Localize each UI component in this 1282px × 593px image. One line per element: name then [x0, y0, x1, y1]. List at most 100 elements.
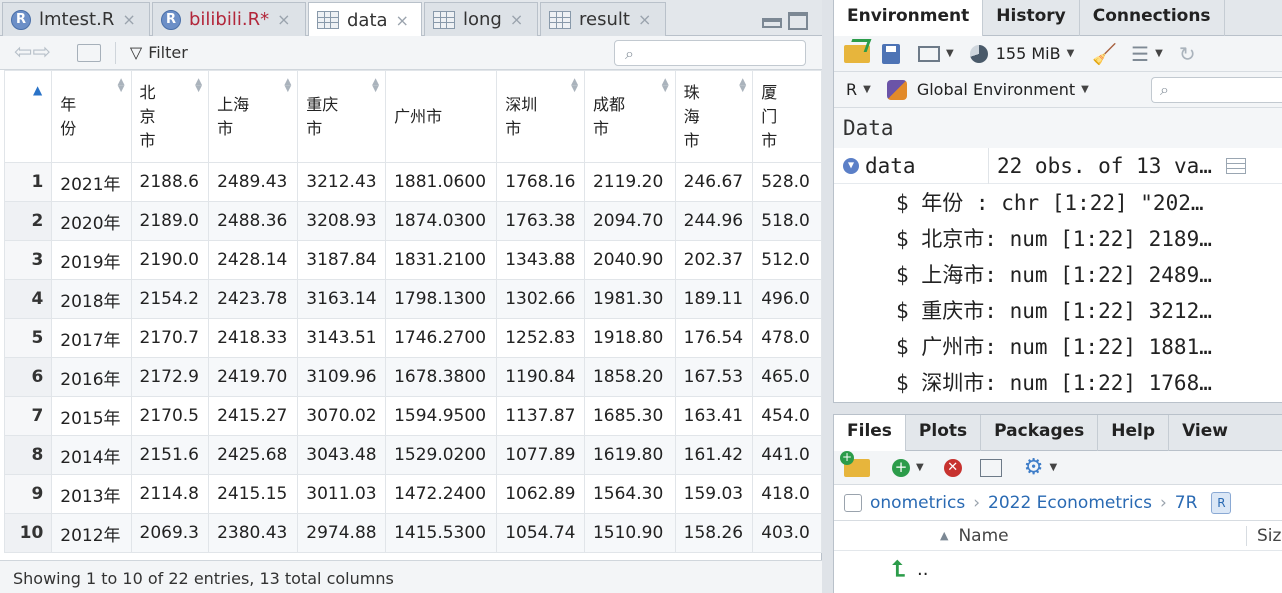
- table-row[interactable]: 6 2016年 2172.9 2419.70 3109.96 1678.3800 1190.…: [4, 357, 822, 397]
- viewer-search-input[interactable]: ⌕: [614, 40, 806, 66]
- table-cell[interactable]: 1831.2100: [385, 240, 498, 280]
- table-cell[interactable]: 3212.43: [297, 162, 387, 202]
- table-cell[interactable]: 2418.33: [208, 318, 299, 358]
- table-cell[interactable]: 1685.30: [583, 396, 676, 436]
- table-cell[interactable]: 2189.0: [130, 201, 210, 241]
- table-cell[interactable]: 3163.14: [297, 279, 387, 319]
- table-cell[interactable]: 512.0: [752, 240, 822, 280]
- collapse-icon[interactable]: ▼: [843, 157, 859, 174]
- tab-long[interactable]: long ×: [424, 2, 538, 36]
- table-cell[interactable]: 1415.5300: [385, 513, 498, 553]
- rename-icon[interactable]: [979, 458, 1002, 477]
- table-row[interactable]: 9 2013年 2114.8 2415.15 3011.03 1472.2400 1062.…: [4, 474, 822, 514]
- table-cell[interactable]: 2172.9: [130, 357, 210, 397]
- table-row[interactable]: 5 2017年 2170.7 2418.33 3143.51 1746.2700 1252.…: [4, 318, 822, 358]
- language-select[interactable]: R: [846, 80, 857, 99]
- tab-viewer[interactable]: View: [1169, 415, 1241, 451]
- table-row[interactable]: 1 2021年 2188.6 2489.43 3212.43 1881.0600 1768.…: [4, 162, 822, 202]
- table-cell[interactable]: 1564.30: [583, 474, 676, 514]
- table-cell[interactable]: 1981.30: [583, 279, 676, 319]
- table-cell[interactable]: 163.41: [674, 396, 754, 436]
- table-cell[interactable]: 1918.80: [583, 318, 676, 358]
- tab-connections[interactable]: Connections: [1080, 0, 1225, 36]
- tab-plots[interactable]: Plots: [906, 415, 982, 451]
- table-row[interactable]: 10 2012年 2069.3 2380.43 2974.88 1415.5300 1054…: [4, 513, 822, 553]
- column-header[interactable]: 重庆市 ▲ ▼: [297, 70, 387, 163]
- table-cell[interactable]: 1594.9500: [385, 396, 498, 436]
- table-row[interactable]: 4 2018年 2154.2 2423.78 3163.14 1798.1300 1302.…: [4, 279, 822, 319]
- table-cell[interactable]: 2016年: [51, 357, 132, 397]
- size-column-header[interactable]: Siz: [1246, 525, 1281, 546]
- scope-select[interactable]: Global Environment: [917, 80, 1075, 99]
- table-cell[interactable]: 2151.6: [130, 435, 210, 475]
- chevron-down-icon[interactable]: ▼: [1049, 462, 1057, 473]
- pane-splitter[interactable]: [823, 0, 833, 593]
- table-cell[interactable]: 518.0: [752, 201, 822, 241]
- table-cell[interactable]: 1858.20: [583, 357, 676, 397]
- table-cell[interactable]: 3187.84: [297, 240, 387, 280]
- chevron-down-icon[interactable]: ▼: [946, 48, 954, 59]
- table-cell[interactable]: 2415.27: [208, 396, 299, 436]
- column-header[interactable]: 上海市 ▲ ▼: [208, 70, 299, 163]
- table-cell[interactable]: 3208.93: [297, 201, 387, 241]
- table-cell[interactable]: 2019年: [51, 240, 132, 280]
- table-cell[interactable]: 2012年: [51, 513, 132, 553]
- table-cell[interactable]: 465.0: [752, 357, 822, 397]
- tab-help[interactable]: Help: [1098, 415, 1170, 451]
- load-workspace-icon[interactable]: [844, 44, 870, 63]
- env-search-input[interactable]: ⌕: [1151, 77, 1282, 103]
- env-object-row[interactable]: ▼ data 22 obs. of 13 va…: [834, 147, 1282, 184]
- table-cell[interactable]: 2040.90: [583, 240, 676, 280]
- table-row[interactable]: 8 2014年 2151.6 2425.68 3043.48 1529.0200 1077.…: [4, 435, 822, 475]
- table-cell[interactable]: 2013年: [51, 474, 132, 514]
- column-header[interactable]: 广州市: [385, 70, 498, 163]
- table-cell[interactable]: 1062.89: [496, 474, 585, 514]
- table-cell[interactable]: 1529.0200: [385, 435, 498, 475]
- table-cell[interactable]: 3043.48: [297, 435, 387, 475]
- table-cell[interactable]: 202.37: [674, 240, 754, 280]
- table-cell[interactable]: 478.0: [752, 318, 822, 358]
- column-header[interactable]: 珠海市 ▲ ▼: [674, 70, 754, 163]
- tab-bilibili[interactable]: R bilibili.R* ×: [152, 2, 306, 36]
- table-cell[interactable]: 496.0: [752, 279, 822, 319]
- table-cell[interactable]: 2119.20: [583, 162, 676, 202]
- popout-icon[interactable]: [76, 43, 101, 62]
- table-row[interactable]: 3 2019年 2190.0 2428.14 3187.84 1831.2100 1343.…: [4, 240, 822, 280]
- table-cell[interactable]: 244.96: [674, 201, 754, 241]
- table-cell[interactable]: 2114.8: [130, 474, 210, 514]
- maximize-icon[interactable]: [788, 12, 808, 30]
- table-cell[interactable]: 1472.2400: [385, 474, 498, 514]
- table-cell[interactable]: 2020年: [51, 201, 132, 241]
- select-all-checkbox[interactable]: [844, 493, 862, 512]
- breadcrumb-item[interactable]: 7R: [1175, 493, 1198, 513]
- chevron-down-icon[interactable]: ▼: [863, 84, 871, 95]
- table-cell[interactable]: 2170.5: [130, 396, 210, 436]
- table-row[interactable]: 7 2015年 2170.5 2415.27 3070.02 1594.9500 1137.…: [4, 396, 822, 436]
- table-cell[interactable]: 2094.70: [583, 201, 676, 241]
- chevron-down-icon[interactable]: ▼: [1155, 48, 1163, 59]
- save-workspace-icon[interactable]: [882, 43, 900, 64]
- r-project-icon[interactable]: R: [1211, 491, 1232, 514]
- table-cell[interactable]: 2425.68: [208, 435, 299, 475]
- table-cell[interactable]: 1678.3800: [385, 357, 498, 397]
- table-cell[interactable]: 2188.6: [130, 162, 210, 202]
- new-folder-icon[interactable]: [840, 450, 870, 477]
- table-cell[interactable]: 2488.36: [208, 201, 299, 241]
- parent-directory-row[interactable]: ⮤ ..: [834, 553, 1282, 585]
- tab-packages[interactable]: Packages: [981, 415, 1099, 451]
- chevron-down-icon[interactable]: ▼: [1081, 84, 1089, 95]
- breadcrumb-item[interactable]: onometrics: [870, 493, 965, 513]
- column-header[interactable]: 深圳市 ▲ ▼: [496, 70, 585, 163]
- table-cell[interactable]: 528.0: [752, 162, 822, 202]
- table-cell[interactable]: 2018年: [51, 279, 132, 319]
- chevron-down-icon[interactable]: ▼: [1067, 48, 1075, 59]
- memory-usage-label[interactable]: 155 MiB: [996, 44, 1061, 63]
- table-cell[interactable]: 1874.0300: [385, 201, 498, 241]
- minimize-icon[interactable]: [762, 18, 782, 28]
- table-cell[interactable]: 2974.88: [297, 513, 387, 553]
- table-cell[interactable]: 2015年: [51, 396, 132, 436]
- table-cell[interactable]: 2415.15: [208, 474, 299, 514]
- table-cell[interactable]: 1798.1300: [385, 279, 498, 319]
- table-cell[interactable]: 3070.02: [297, 396, 387, 436]
- memory-usage-icon[interactable]: [969, 44, 988, 63]
